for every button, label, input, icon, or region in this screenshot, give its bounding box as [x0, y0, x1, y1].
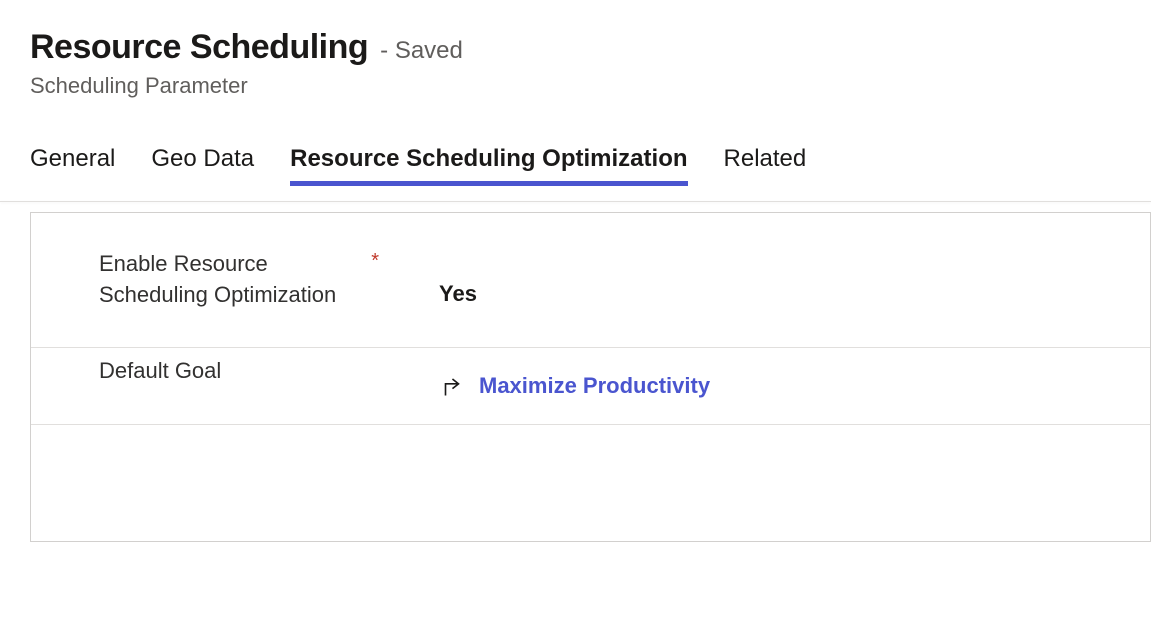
field-label-col: Default Goal: [99, 356, 379, 387]
default-goal-label: Default Goal: [99, 356, 231, 387]
tab-bar: General Geo Data Resource Scheduling Opt…: [0, 117, 1151, 185]
tab-general[interactable]: General: [30, 145, 115, 186]
required-indicator: *: [371, 249, 379, 273]
field-value-col: Maximize Productivity: [379, 356, 1150, 416]
page-title: Resource Scheduling: [30, 28, 368, 67]
tab-divider: [0, 201, 1151, 202]
default-goal-value: Maximize Productivity: [479, 373, 710, 399]
default-goal-lookup[interactable]: Maximize Productivity: [439, 373, 710, 399]
form-panel: Enable Resource Scheduling Optimization …: [30, 212, 1151, 542]
tab-resource-scheduling-optimization[interactable]: Resource Scheduling Optimization: [290, 145, 687, 186]
tab-geo-data[interactable]: Geo Data: [151, 145, 254, 186]
save-status: - Saved: [380, 37, 463, 65]
page-header: Resource Scheduling - Saved Scheduling P…: [0, 0, 1151, 117]
enable-rso-value[interactable]: Yes: [439, 281, 477, 307]
field-label-col: Enable Resource Scheduling Optimization …: [99, 249, 379, 311]
field-value-col: Yes: [379, 249, 1150, 339]
field-enable-rso[interactable]: Enable Resource Scheduling Optimization …: [31, 241, 1150, 348]
enable-rso-label: Enable Resource Scheduling Optimization: [99, 249, 363, 311]
entity-subtitle: Scheduling Parameter: [30, 73, 1121, 99]
title-row: Resource Scheduling - Saved: [30, 28, 1121, 67]
lookup-arrow-icon: [439, 373, 465, 399]
tab-related[interactable]: Related: [724, 145, 807, 186]
field-default-goal[interactable]: Default Goal Maximize Productivity: [31, 348, 1150, 425]
